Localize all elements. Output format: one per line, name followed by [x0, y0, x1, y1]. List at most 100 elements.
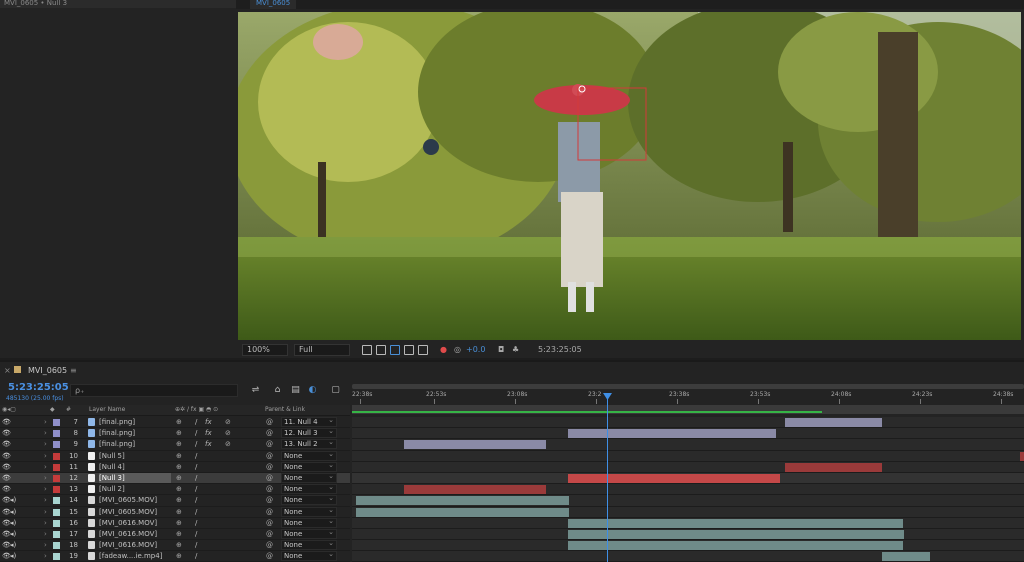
parent-select[interactable]: None — [281, 472, 337, 483]
layer-row[interactable]: 👁 ◂) › 16 [MVI_0616.MOV] ⊕ / @ None — [0, 517, 350, 529]
resolution-select[interactable]: Full — [294, 344, 350, 356]
graph-editor-icon[interactable]: ▢ — [330, 386, 341, 395]
layer-row[interactable]: 👁 › 8 [final.png] ⊕ / fx ⊘ @12. Null 3 — [0, 427, 350, 440]
draft-3d-icon[interactable]: ⌂ — [272, 386, 283, 395]
layer-duration-bar[interactable] — [404, 440, 546, 450]
quality-switch-icon[interactable]: / — [195, 529, 197, 539]
track-row[interactable] — [352, 495, 1024, 507]
parent-select[interactable]: None — [281, 450, 337, 461]
layer-name[interactable]: [Null 4] — [99, 462, 171, 472]
visibility-eye-icon[interactable]: 👁 — [2, 484, 11, 494]
parent-select[interactable]: None — [281, 483, 337, 495]
audio-speaker-icon[interactable]: ◂) — [10, 495, 16, 505]
link-icon[interactable]: ⊘ — [225, 428, 231, 438]
layer-duration-bar[interactable] — [785, 462, 882, 472]
shy-switch-icon[interactable]: ⊕ — [176, 551, 182, 561]
channel-icon[interactable]: ● — [440, 345, 447, 355]
shy-switch-icon[interactable]: ⊕ — [176, 439, 182, 449]
frame-blending-icon[interactable]: ▤ — [290, 386, 301, 395]
quality-switch-icon[interactable]: / — [195, 518, 197, 528]
layer-row[interactable]: 👁 ◂) › 17 [MVI_0616.MOV] ⊕ / @ None — [0, 528, 350, 541]
layer-row[interactable]: 👁 ◂) › 14 [MVI_0605.MOV] ⊕ / @ None — [0, 494, 350, 507]
track-row[interactable] — [352, 517, 1024, 529]
layer-label-color[interactable] — [53, 419, 60, 426]
layer-label-color[interactable] — [53, 441, 60, 449]
visibility-eye-icon[interactable]: 👁 — [2, 417, 11, 427]
twirl-chevron-icon[interactable]: › — [44, 518, 47, 528]
twirl-chevron-icon[interactable]: › — [44, 473, 47, 483]
track-row[interactable] — [352, 461, 1024, 473]
audio-speaker-icon[interactable]: ◂) — [10, 507, 16, 517]
snapshot-icon[interactable]: ◘ — [498, 345, 504, 355]
layer-duration-bar[interactable] — [356, 507, 569, 517]
twirl-chevron-icon[interactable]: › — [44, 495, 47, 505]
audio-speaker-icon[interactable]: ◂) — [10, 540, 16, 550]
visibility-eye-icon[interactable]: 👁 — [2, 439, 11, 449]
layer-row[interactable]: 👁 ◂) › 19 [fadeaw....ie.mp4] ⊕ / @ None — [0, 550, 350, 562]
audio-speaker-icon[interactable]: ◂) — [10, 518, 16, 528]
twirl-chevron-icon[interactable]: › — [44, 451, 47, 461]
layer-row[interactable]: 👁 › 11 [Null 4] ⊕ / @ None — [0, 461, 350, 473]
layer-row[interactable]: 👁 › 9 [final.png] ⊕ / fx ⊘ @13. Null 2 — [0, 438, 350, 451]
layer-search-input[interactable]: ρ₊ — [70, 384, 238, 397]
twirl-chevron-icon[interactable]: › — [44, 462, 47, 472]
effects-switch-icon[interactable]: fx — [205, 417, 212, 427]
track-row[interactable] — [352, 528, 1024, 541]
pick-whip-icon[interactable]: @ — [266, 462, 273, 472]
track-row[interactable] — [352, 450, 1024, 462]
link-icon[interactable]: ⊘ — [225, 439, 231, 449]
shy-switch-icon[interactable]: ⊕ — [176, 428, 182, 438]
layer-name[interactable]: [final.png] — [99, 417, 171, 427]
quality-switch-icon[interactable]: / — [195, 462, 197, 472]
shy-switch-icon[interactable]: ⊕ — [176, 473, 182, 483]
current-time-display[interactable]: 5:23:25:05 — [8, 382, 69, 393]
pick-whip-icon[interactable]: @ — [266, 518, 273, 528]
pick-whip-icon[interactable]: @ — [266, 529, 273, 539]
layer-label-color[interactable] — [53, 452, 60, 460]
track-row[interactable] — [352, 551, 1024, 562]
layer-name[interactable]: [MVI_0616.MOV] — [99, 518, 171, 528]
layer-name[interactable]: [final.png] — [99, 428, 171, 438]
exposure-value[interactable]: +0.0 — [466, 345, 485, 355]
layer-label-color[interactable] — [53, 553, 60, 561]
quality-switch-icon[interactable]: / — [195, 551, 197, 561]
pick-whip-icon[interactable]: @ — [266, 417, 273, 427]
current-time-indicator[interactable] — [607, 395, 608, 562]
shy-switch-icon[interactable]: ⊕ — [176, 540, 182, 550]
layer-row[interactable]: 👁 › 12 [Null 3] ⊕ / @ None — [0, 472, 350, 485]
quality-switch-icon[interactable]: / — [195, 439, 197, 449]
pick-whip-icon[interactable]: @ — [266, 439, 273, 449]
layer-label-color[interactable] — [53, 474, 60, 482]
pick-whip-icon[interactable]: @ — [266, 451, 273, 461]
track-row[interactable] — [352, 484, 1024, 496]
guides-icon[interactable] — [404, 345, 414, 355]
parent-select[interactable]: 11. Null 4 — [281, 416, 337, 427]
parent-select[interactable]: None — [281, 528, 337, 539]
tab-composition[interactable]: MVI_0605 — [250, 0, 297, 9]
audio-speaker-icon[interactable]: ◂) — [10, 529, 16, 539]
twirl-chevron-icon[interactable]: › — [44, 417, 47, 427]
layer-row[interactable]: 👁 › 13 [Null 2] ⊕ / @ None — [0, 483, 350, 496]
twirl-chevron-icon[interactable]: › — [44, 540, 47, 550]
layer-name[interactable]: [MVI_0605.MOV] — [99, 507, 171, 517]
twirl-chevron-icon[interactable]: › — [44, 551, 47, 561]
pick-whip-icon[interactable]: @ — [266, 495, 273, 505]
parent-select[interactable]: None — [281, 550, 337, 562]
visibility-eye-icon[interactable]: 👁 — [2, 473, 11, 483]
parent-select[interactable]: None — [281, 539, 337, 551]
pick-whip-icon[interactable]: @ — [266, 507, 273, 517]
layer-duration-bar[interactable] — [568, 529, 784, 539]
quality-switch-icon[interactable]: / — [195, 507, 197, 517]
quality-switch-icon[interactable]: / — [195, 484, 197, 494]
layer-duration-bar[interactable] — [568, 541, 903, 551]
shy-switch-icon[interactable]: ⊕ — [176, 507, 182, 517]
timeline-tracks[interactable]: 22:38s 22:53s 23:08s 23:2 23:38s 23:53s 24:08s… — [352, 382, 1024, 562]
viewer-timecode[interactable]: 5:23:25:05 — [538, 345, 582, 355]
track-row[interactable] — [352, 540, 1024, 552]
track-row[interactable] — [352, 439, 1024, 451]
shy-switch-icon[interactable]: ⊕ — [176, 451, 182, 461]
quality-switch-icon[interactable]: / — [195, 540, 197, 550]
layer-name[interactable]: [MVI_0616.MOV] — [99, 529, 171, 539]
layer-duration-bar[interactable] — [784, 529, 904, 539]
layer-duration-bar[interactable] — [568, 473, 780, 483]
